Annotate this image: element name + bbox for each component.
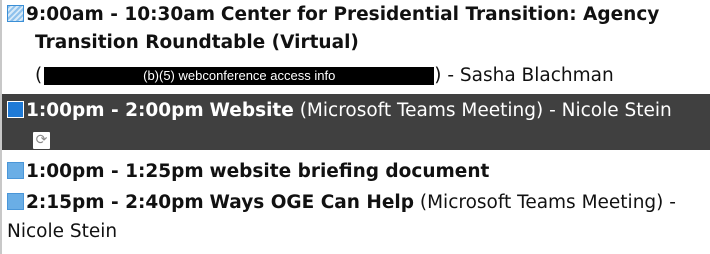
event-title: Ways OGE Can Help <box>209 192 414 213</box>
event-title-cont: Transition Roundtable (Virtual) <box>35 32 359 53</box>
redaction-box: (b)(5) webconference access info <box>44 67 435 85</box>
busy-status-icon <box>7 193 24 210</box>
event-time: 1:00pm - 2:00pm <box>26 100 204 121</box>
event-item[interactable]: 1:00pm - 1:25pm website briefing documen… <box>7 160 710 184</box>
event-time: 1:00pm - 1:25pm <box>26 161 204 182</box>
event-organizer: ) - Sasha Blachman <box>434 65 614 86</box>
event-location: (Microsoft Teams Meeting) - Nicole Stein <box>299 100 672 121</box>
event-title: website briefing document <box>209 161 490 182</box>
event-icons-row: ⟳ <box>33 127 710 151</box>
event-item[interactable]: 2:15pm - 2:40pm Ways OGE Can Help (Micro… <box>7 191 710 215</box>
event-title-continued: Transition Roundtable (Virtual) <box>35 31 710 55</box>
recurring-icon: ⟳ <box>33 132 50 149</box>
event-item[interactable]: 9:00am - 10:30am Center for Presidential… <box>7 3 710 27</box>
open-paren: ( <box>35 65 43 86</box>
event-time: 2:15pm - 2:40pm <box>26 192 204 213</box>
busy-status-icon <box>7 162 24 179</box>
event-item[interactable]: 1:00pm - 2:00pm Website (Microsoft Teams… <box>7 99 710 123</box>
selected-event[interactable]: 1:00pm - 2:00pm Website (Microsoft Teams… <box>2 94 710 150</box>
tentative-status-icon <box>7 5 24 22</box>
busy-status-icon <box>7 101 24 118</box>
event-location-cont: Nicole Stein <box>7 221 118 242</box>
event-details: ((b)(5) webconference access info) - Sas… <box>35 64 710 88</box>
event-title: Website <box>209 100 294 121</box>
event-location: (Microsoft Teams Meeting) - <box>419 192 676 213</box>
event-time: 9:00am - 10:30am <box>26 4 215 25</box>
event-title: Center for Presidential Transition: Agen… <box>220 4 660 25</box>
event-location-continued: Nicole Stein <box>7 220 710 244</box>
